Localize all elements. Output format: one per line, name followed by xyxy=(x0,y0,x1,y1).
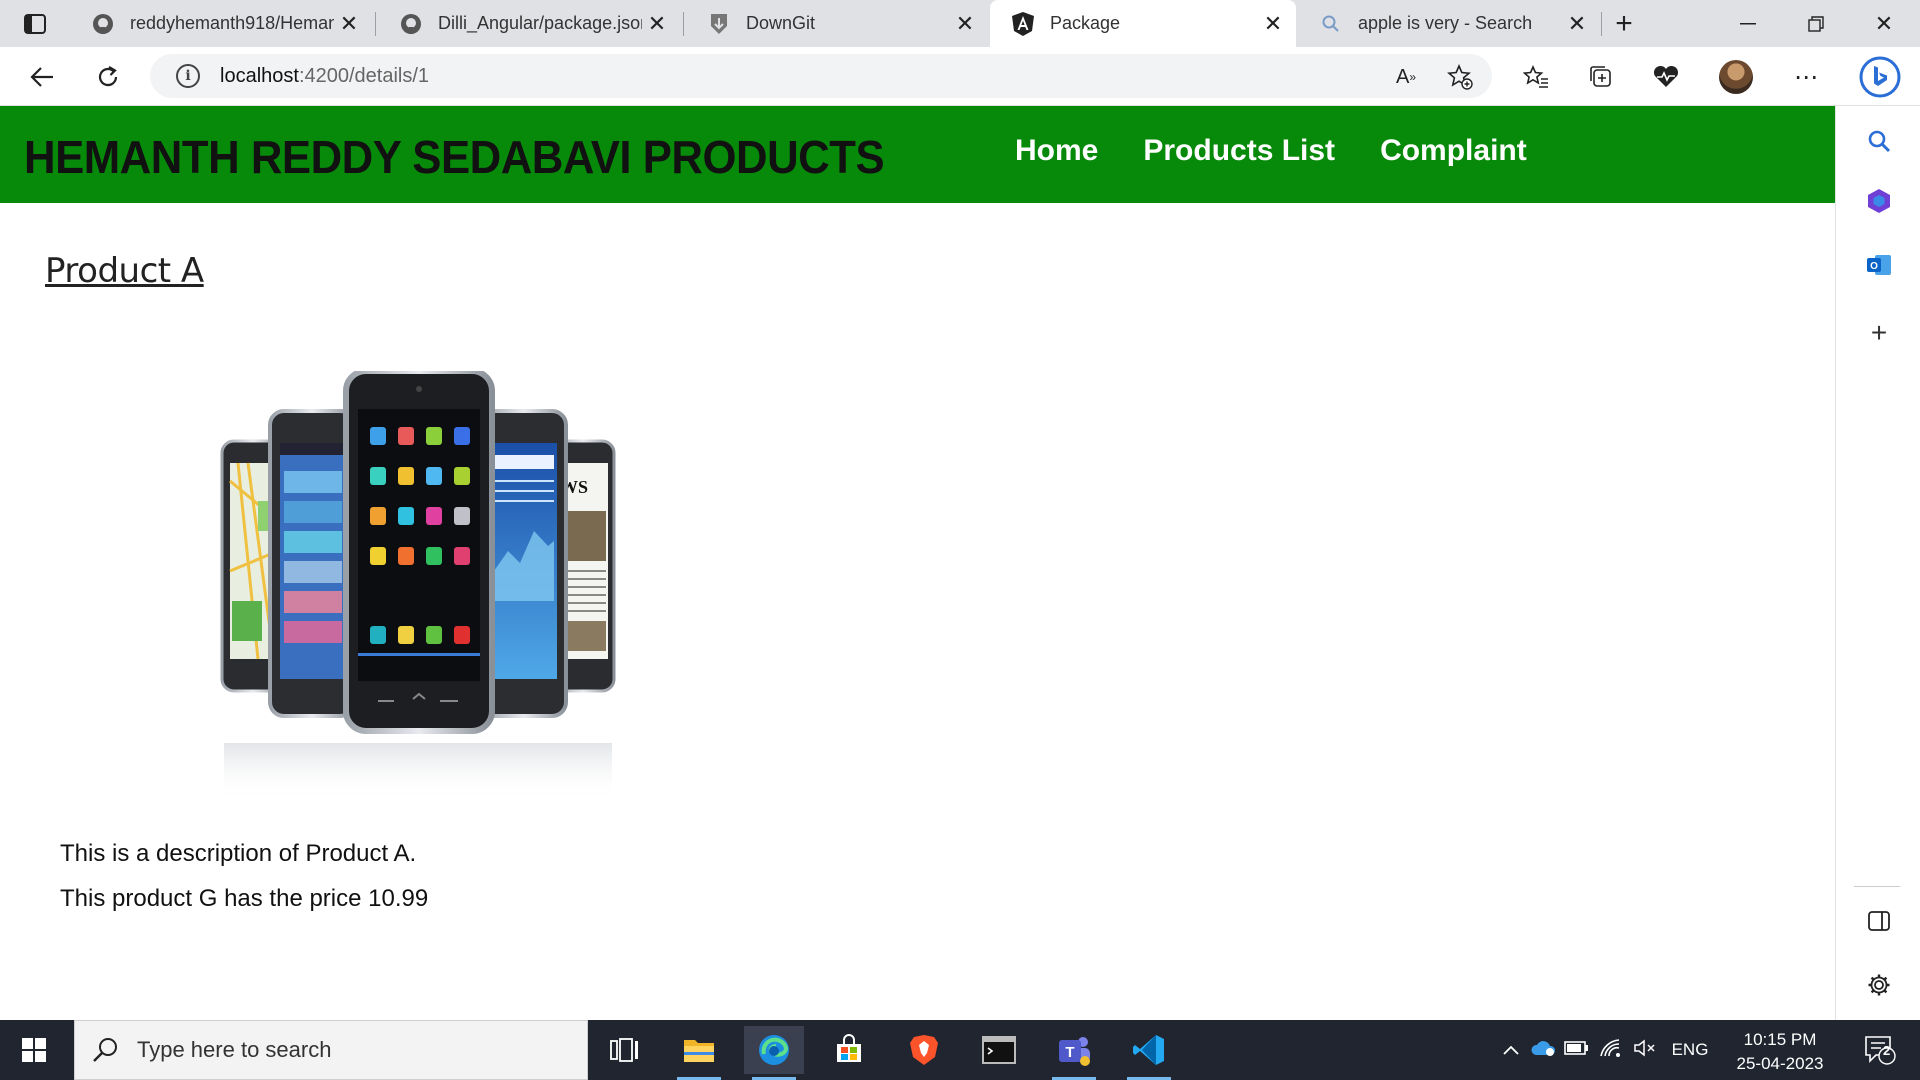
add-icon[interactable]: + xyxy=(1860,314,1898,352)
teams-icon[interactable]: T xyxy=(1044,1026,1104,1080)
smartphones-image: WS xyxy=(218,368,618,801)
back-arrow-icon[interactable] xyxy=(20,55,64,99)
product-details: Product A WS This is a description of Pr… xyxy=(0,203,1835,1020)
office-icon[interactable] xyxy=(1860,182,1898,220)
notifications-icon[interactable]: 2 xyxy=(1850,1026,1910,1074)
battery-icon[interactable] xyxy=(1560,1040,1594,1061)
nav-complaint-link[interactable]: Complaint xyxy=(1380,134,1527,168)
browser-essentials-icon[interactable] xyxy=(1648,59,1684,95)
product-description: This is a description of Product A. xyxy=(60,840,417,867)
tab-downgit[interactable]: DownGit ✕ xyxy=(686,0,988,47)
language-indicator[interactable]: ENG xyxy=(1662,1040,1718,1060)
search-icon xyxy=(91,1035,121,1065)
system-clock[interactable]: 10:15 PM 25-04-2023 xyxy=(1720,1028,1840,1076)
outlook-icon[interactable]: O xyxy=(1860,246,1898,284)
terminal-icon[interactable] xyxy=(969,1026,1029,1074)
tab-actions-icon[interactable] xyxy=(0,0,70,47)
chevron-up-icon[interactable] xyxy=(1496,1040,1526,1061)
close-icon[interactable]: ✕ xyxy=(950,11,980,37)
svg-text:O: O xyxy=(1870,261,1878,272)
nav-links: Home Products List Complaint xyxy=(1015,134,1527,168)
clock-time: 10:15 PM xyxy=(1743,1030,1817,1049)
notification-count: 2 xyxy=(1883,1043,1891,1058)
microsoft-store-icon[interactable] xyxy=(819,1026,879,1074)
close-window-icon[interactable]: ✕ xyxy=(1850,0,1918,47)
svg-text:T: T xyxy=(1065,1044,1074,1061)
product-title: Product A xyxy=(45,251,204,291)
windows-taskbar: Type here to search T ENG 10:15 PM 25-04… xyxy=(0,1020,1920,1080)
tab-bing-search[interactable]: apple is very - Search ✕ xyxy=(1298,0,1600,47)
read-aloud-icon[interactable]: A» xyxy=(1388,59,1424,95)
edge-sidebar: O + xyxy=(1835,106,1920,1020)
github-icon xyxy=(90,11,116,37)
favorites-icon[interactable] xyxy=(1518,59,1554,95)
tab-title: Package xyxy=(1050,13,1121,33)
add-favorite-icon[interactable] xyxy=(1442,59,1478,95)
angular-icon xyxy=(1010,11,1036,37)
url-host: localhost xyxy=(220,64,299,87)
minimize-icon[interactable] xyxy=(1714,0,1782,47)
brand-title: HEMANTH REDDY SEDABAVI PRODUCTS xyxy=(24,131,885,183)
profile-avatar[interactable] xyxy=(1718,59,1754,95)
address-bar: i localhost:4200/details/1 A» ⋯ xyxy=(0,47,1920,106)
tab-package[interactable]: Package ✕ xyxy=(990,0,1296,47)
nav-home-link[interactable]: Home xyxy=(1015,134,1098,168)
volume-muted-icon[interactable] xyxy=(1628,1038,1662,1063)
close-icon[interactable]: ✕ xyxy=(1562,11,1592,37)
restore-icon[interactable] xyxy=(1782,0,1850,47)
collections-icon[interactable] xyxy=(1583,59,1619,95)
more-menu-icon[interactable]: ⋯ xyxy=(1788,59,1824,95)
search-icon xyxy=(1318,11,1344,37)
system-tray: ENG xyxy=(1496,1020,1718,1080)
new-tab-icon[interactable]: + xyxy=(1594,0,1654,47)
brave-browser-icon[interactable] xyxy=(894,1026,954,1074)
edge-browser-icon[interactable] xyxy=(744,1026,804,1080)
url-field[interactable]: i localhost:4200/details/1 xyxy=(150,54,1492,98)
refresh-icon[interactable] xyxy=(86,55,130,99)
wifi-icon[interactable] xyxy=(1594,1038,1628,1063)
onedrive-icon[interactable] xyxy=(1526,1039,1560,1062)
close-icon[interactable]: ✕ xyxy=(642,11,672,37)
windows-start-icon[interactable] xyxy=(12,1030,56,1070)
tab-title: Dilli_Angular/package.json xyxy=(438,13,642,33)
settings-gear-icon[interactable] xyxy=(1860,966,1898,1004)
url-path: :4200/details/1 xyxy=(298,64,430,87)
close-icon[interactable]: ✕ xyxy=(334,11,364,37)
nav-products-list-link[interactable]: Products List xyxy=(1143,134,1335,168)
tab-title: reddyhemanth918/Heman xyxy=(130,13,334,33)
github-icon xyxy=(398,11,424,37)
app-navbar: HEMANTH REDDY SEDABAVI PRODUCTS Home Pro… xyxy=(0,106,1835,203)
product-price: This product G has the price 10.99 xyxy=(60,885,429,912)
hide-sidebar-icon[interactable] xyxy=(1860,902,1898,940)
tab-title: apple is very - Search xyxy=(1358,13,1533,33)
file-explorer-icon[interactable] xyxy=(669,1026,729,1080)
search-placeholder: Type here to search xyxy=(137,1037,332,1062)
tab-github-package-json[interactable]: Dilli_Angular/package.json ✕ xyxy=(378,0,680,47)
downgit-icon xyxy=(706,11,732,37)
site-info-icon[interactable]: i xyxy=(176,64,200,88)
browser-tab-bar: reddyhemanth918/Heman ✕ Dilli_Angular/pa… xyxy=(0,0,1920,47)
bing-copilot-icon[interactable] xyxy=(1858,55,1902,99)
tab-title: DownGit xyxy=(746,13,816,33)
search-icon[interactable] xyxy=(1860,122,1898,160)
vscode-icon[interactable] xyxy=(1119,1026,1179,1080)
taskbar-search-box[interactable]: Type here to search xyxy=(74,1020,588,1080)
tab-github-heman[interactable]: reddyhemanth918/Heman ✕ xyxy=(70,0,372,47)
close-icon[interactable]: ✕ xyxy=(1258,11,1288,37)
task-view-icon[interactable] xyxy=(594,1026,654,1074)
clock-date: 25-04-2023 xyxy=(1736,1054,1824,1073)
